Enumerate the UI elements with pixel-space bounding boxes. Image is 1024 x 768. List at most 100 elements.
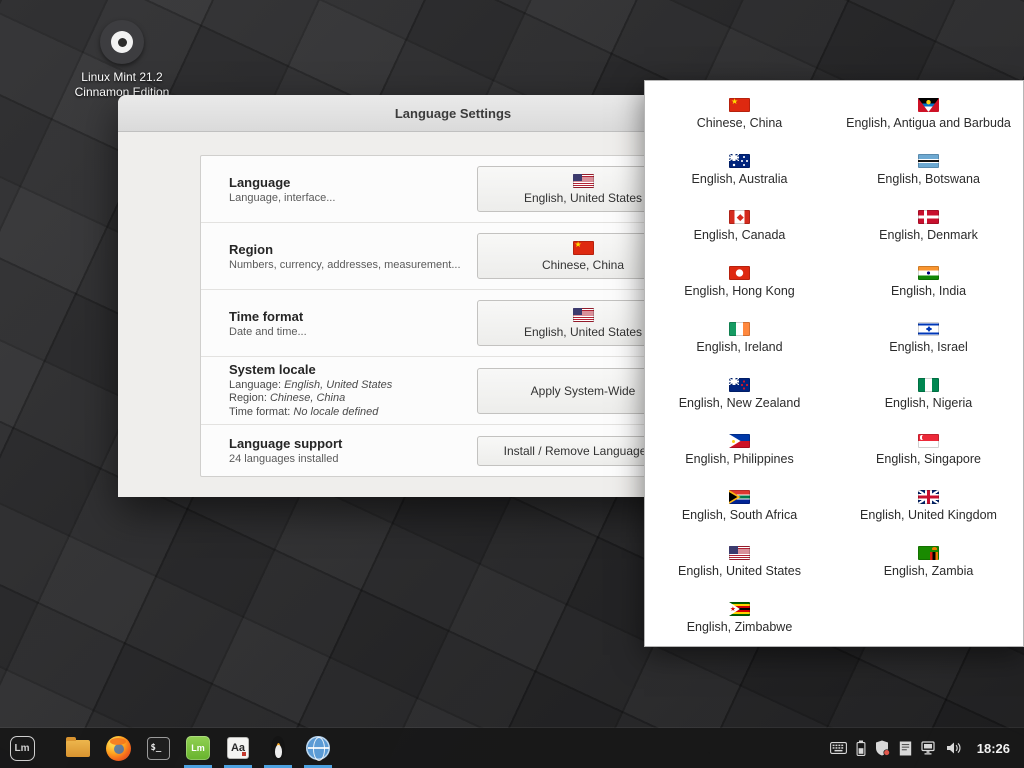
taskbar-clock[interactable]: 18:26 bbox=[977, 741, 1010, 756]
language-option-label: English, Antigua and Barbuda bbox=[846, 116, 1011, 130]
locale-line-time-format: Time format: No locale defined bbox=[229, 406, 477, 420]
language-option[interactable]: English, Zimbabwe bbox=[645, 590, 834, 646]
row-title-language-support: Language support bbox=[229, 436, 477, 451]
terminal-launcher[interactable] bbox=[138, 728, 178, 768]
install-remove-languages-label: Install / Remove Languages... bbox=[504, 444, 663, 458]
language-option[interactable]: English, Ireland bbox=[645, 310, 834, 366]
country-flag-icon bbox=[729, 546, 750, 560]
language-option[interactable]: English, Nigeria bbox=[834, 366, 1023, 422]
language-option-label: English, Philippines bbox=[685, 452, 793, 466]
language-option[interactable]: English, India bbox=[834, 254, 1023, 310]
language-option[interactable]: English, Philippines bbox=[645, 422, 834, 478]
row-title-language: Language bbox=[229, 175, 477, 190]
folder-icon bbox=[66, 740, 90, 757]
country-flag-icon bbox=[918, 154, 939, 168]
time-format-select-label: English, United States bbox=[524, 325, 642, 339]
language-option-label: English, New Zealand bbox=[679, 396, 801, 410]
row-title-region: Region bbox=[229, 242, 477, 257]
language-option[interactable]: English, Botswana bbox=[834, 142, 1023, 198]
country-flag-icon bbox=[918, 322, 939, 336]
country-flag-icon bbox=[729, 490, 750, 504]
software-manager-task[interactable] bbox=[178, 728, 218, 768]
language-option-label: Chinese, China bbox=[697, 116, 782, 130]
language-dropdown-menu: Chinese, China English, Antigua and Barb… bbox=[644, 80, 1024, 647]
language-option[interactable]: English, Singapore bbox=[834, 422, 1023, 478]
input-method-icon bbox=[227, 737, 249, 759]
mint-menu-button[interactable] bbox=[0, 728, 44, 768]
language-option-label: English, Australia bbox=[692, 172, 788, 186]
settings-row-language: Language Language, interface... English,… bbox=[201, 156, 705, 223]
mint-menu-icon bbox=[10, 736, 35, 761]
language-option[interactable]: English, Israel bbox=[834, 310, 1023, 366]
row-subtitle-language-support: 24 languages installed bbox=[229, 453, 477, 465]
terminal-icon bbox=[147, 737, 170, 760]
row-title-system-locale: System locale bbox=[229, 362, 477, 377]
firefox-launcher[interactable] bbox=[98, 728, 138, 768]
desktop-icon-label-line1: Linux Mint 21.2 bbox=[64, 70, 180, 85]
locale-globe-icon bbox=[306, 736, 330, 760]
language-option[interactable]: English, Denmark bbox=[834, 198, 1023, 254]
language-option-label: English, Israel bbox=[889, 340, 968, 354]
country-flag-icon bbox=[918, 546, 939, 560]
language-option[interactable]: English, Hong Kong bbox=[645, 254, 834, 310]
language-option-label: English, South Africa bbox=[682, 508, 797, 522]
settings-row-language-support: Language support 24 languages installed … bbox=[201, 425, 705, 476]
system-tray: 18:26 bbox=[830, 740, 1024, 756]
country-flag-icon bbox=[729, 154, 750, 168]
country-flag-icon bbox=[918, 266, 939, 280]
language-option[interactable]: Chinese, China bbox=[645, 86, 834, 142]
language-option[interactable]: English, United States bbox=[645, 534, 834, 590]
language-option-label: English, Ireland bbox=[696, 340, 782, 354]
country-flag-icon bbox=[729, 98, 750, 112]
country-flag-icon bbox=[918, 434, 939, 448]
files-launcher[interactable] bbox=[58, 728, 98, 768]
language-option-label: English, Zambia bbox=[884, 564, 974, 578]
settings-row-time-format: Time format Date and time... English, Un… bbox=[201, 290, 705, 357]
language-option[interactable]: English, Antigua and Barbuda bbox=[834, 86, 1023, 142]
battery-icon[interactable] bbox=[856, 740, 866, 756]
language-option[interactable]: English, Australia bbox=[645, 142, 834, 198]
country-flag-icon bbox=[729, 434, 750, 448]
shield-icon[interactable] bbox=[875, 740, 890, 756]
row-title-time-format: Time format bbox=[229, 309, 477, 324]
language-options-grid: Chinese, China English, Antigua and Barb… bbox=[645, 81, 1023, 646]
country-flag-icon bbox=[729, 602, 750, 616]
notes-icon[interactable] bbox=[899, 741, 912, 756]
network-icon[interactable] bbox=[921, 741, 937, 756]
input-method-task[interactable] bbox=[218, 728, 258, 768]
locale-line-language: Language: English, United States bbox=[229, 379, 477, 393]
country-flag-icon bbox=[918, 378, 939, 392]
language-option[interactable]: English, United Kingdom bbox=[834, 478, 1023, 534]
desktop: Linux Mint 21.2 Cinnamon Edition Languag… bbox=[0, 0, 1024, 768]
taskbar-panel: 18:26 bbox=[0, 728, 1024, 768]
language-option-label: English, Hong Kong bbox=[684, 284, 795, 298]
language-option-label: English, Nigeria bbox=[885, 396, 973, 410]
software-manager-icon bbox=[186, 736, 210, 760]
language-option[interactable]: English, South Africa bbox=[645, 478, 834, 534]
mint-logo-icon bbox=[100, 20, 144, 64]
window-title: Language Settings bbox=[395, 106, 511, 121]
desktop-icon-linux-mint[interactable]: Linux Mint 21.2 Cinnamon Edition bbox=[64, 20, 180, 100]
tux-app-task[interactable] bbox=[258, 728, 298, 768]
row-subtitle-region: Numbers, currency, addresses, measuremen… bbox=[229, 259, 477, 271]
language-option[interactable]: English, New Zealand bbox=[645, 366, 834, 422]
language-select-label: English, United States bbox=[524, 191, 642, 205]
language-option-label: English, Canada bbox=[694, 228, 786, 242]
row-subtitle-language: Language, interface... bbox=[229, 192, 477, 204]
keyboard-icon[interactable] bbox=[830, 742, 847, 754]
settings-row-system-locale: System locale Language: English, United … bbox=[201, 357, 705, 425]
language-settings-task[interactable] bbox=[298, 728, 338, 768]
language-option-label: English, Denmark bbox=[879, 228, 978, 242]
language-option[interactable]: English, Canada bbox=[645, 198, 834, 254]
country-flag-icon bbox=[729, 266, 750, 280]
volume-icon[interactable] bbox=[946, 741, 962, 755]
language-option[interactable]: English, Zambia bbox=[834, 534, 1023, 590]
language-option-label: English, Zimbabwe bbox=[687, 620, 793, 634]
region-select-label: Chinese, China bbox=[542, 258, 624, 272]
country-flag-icon bbox=[918, 98, 939, 112]
settings-panel: Language Language, interface... English,… bbox=[200, 155, 706, 477]
language-option-label: English, Singapore bbox=[876, 452, 981, 466]
country-flag-icon bbox=[729, 378, 750, 392]
country-flag-icon bbox=[729, 322, 750, 336]
language-option-label: English, Botswana bbox=[877, 172, 980, 186]
